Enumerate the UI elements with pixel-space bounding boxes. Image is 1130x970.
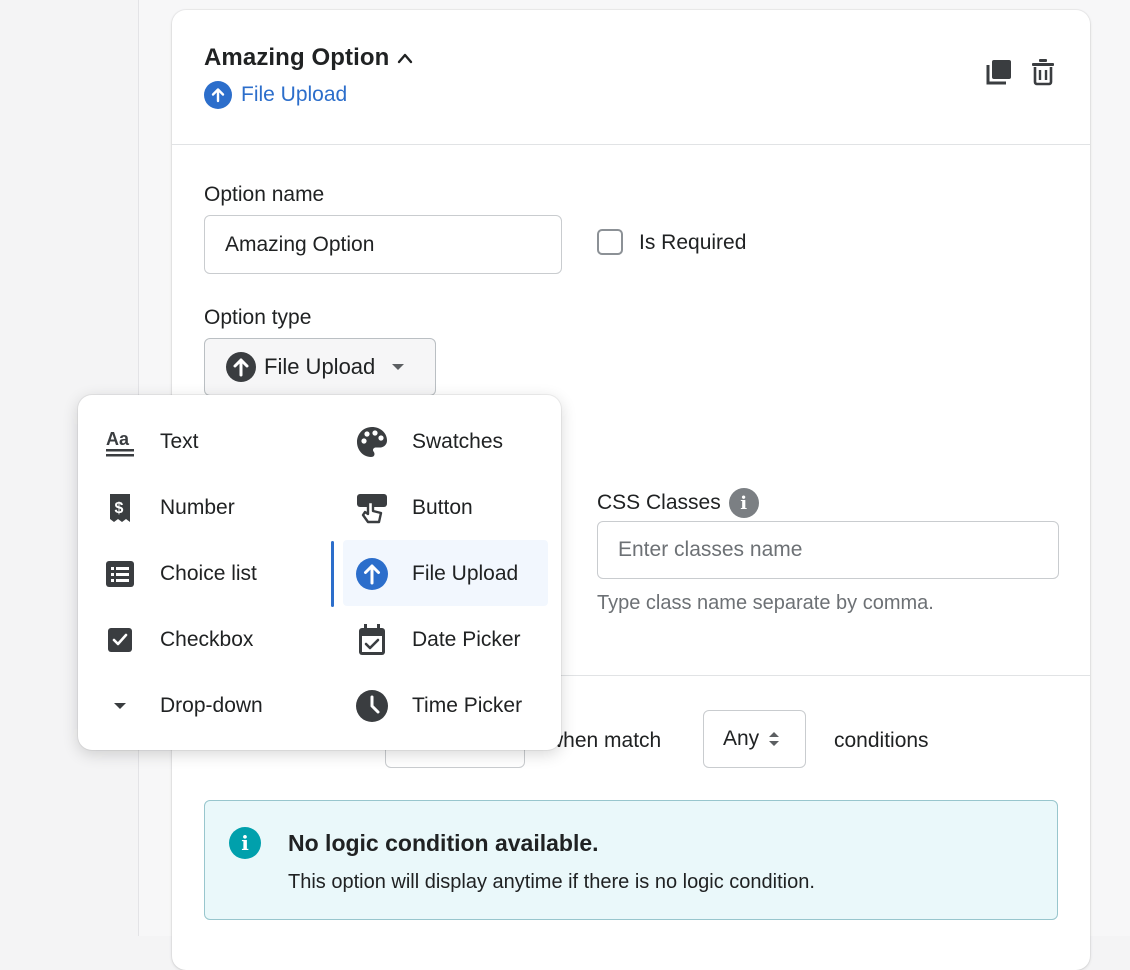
menu-item-label: Date Picker xyxy=(412,628,521,651)
option-type-label: File Upload xyxy=(241,83,348,106)
delete-button[interactable] xyxy=(1030,58,1056,91)
selected-item-bar xyxy=(331,541,334,607)
option-type-select[interactable]: File Upload xyxy=(204,338,436,396)
option-type-menu: Aa Text $ Number Choice list Checkbox Dr… xyxy=(78,395,561,750)
menu-item-label: Time Picker xyxy=(412,694,523,717)
css-classes-label-row: CSS Classes i xyxy=(597,488,759,518)
menu-item-checkbox[interactable]: Checkbox xyxy=(102,610,253,670)
banner-title: No logic condition available. xyxy=(288,830,599,856)
chevron-up-icon xyxy=(397,52,413,64)
option-type-indicator: File Upload xyxy=(204,81,347,109)
css-classes-label: CSS Classes xyxy=(597,491,721,514)
menu-item-label: Button xyxy=(412,496,473,519)
menu-item-label: Choice list xyxy=(160,562,257,585)
menu-item-label: Drop-down xyxy=(160,694,263,717)
menu-item-file-upload[interactable]: File Upload xyxy=(354,544,518,604)
menu-item-label: Swatches xyxy=(412,430,504,453)
menu-item-drop-down[interactable]: Drop-down xyxy=(102,676,263,736)
is-required-label: Is Required xyxy=(639,231,747,254)
menu-item-text[interactable]: Aa Text xyxy=(102,412,199,472)
banner-body: This option will display anytime if ther… xyxy=(288,871,815,893)
option-title: Amazing Option xyxy=(204,44,390,71)
clock-icon xyxy=(354,688,390,724)
upload-icon xyxy=(204,81,232,109)
caret-down-icon xyxy=(102,688,138,724)
menu-item-time-picker[interactable]: Time Picker xyxy=(354,676,522,736)
info-icon[interactable]: i xyxy=(728,488,759,518)
menu-item-label: Text xyxy=(160,430,199,453)
menu-item-choice-list[interactable]: Choice list xyxy=(102,544,257,604)
option-type-label: Option type xyxy=(204,306,312,329)
svg-text:Aa: Aa xyxy=(106,429,130,449)
option-header-toggle[interactable]: Amazing Option xyxy=(204,44,413,72)
menu-item-date-picker[interactable]: Date Picker xyxy=(354,610,521,670)
menu-item-label: Number xyxy=(160,496,235,519)
duplicate-button[interactable] xyxy=(985,58,1013,91)
calendar-check-icon xyxy=(354,622,390,658)
menu-item-swatches[interactable]: Swatches xyxy=(354,412,503,472)
option-name-input[interactable]: Amazing Option xyxy=(204,215,562,274)
conditions-text: conditions xyxy=(834,729,929,752)
option-name-label: Option name xyxy=(204,183,325,206)
menu-item-label: Checkbox xyxy=(160,628,254,651)
option-type-select-value: File Upload xyxy=(264,354,376,379)
caret-down-icon xyxy=(391,362,405,372)
receipt-dollar-icon: $ xyxy=(102,490,138,526)
info-icon: i xyxy=(229,827,261,859)
button-click-icon xyxy=(354,490,390,526)
css-classes-input[interactable]: Enter classes name xyxy=(597,521,1059,579)
select-arrows-icon xyxy=(768,730,780,748)
no-logic-banner: i No logic condition available. This opt… xyxy=(204,800,1058,920)
menu-item-label: File Upload xyxy=(412,562,519,585)
when-match-text: when match xyxy=(548,729,662,752)
text-format-icon: Aa xyxy=(102,424,138,460)
header-divider xyxy=(172,144,1090,145)
trash-icon xyxy=(1032,59,1054,86)
duplicate-icon xyxy=(986,60,1011,85)
match-select-value: Any xyxy=(723,727,760,750)
menu-item-button[interactable]: Button xyxy=(354,478,473,538)
checkbox-icon xyxy=(102,622,138,658)
palette-icon xyxy=(354,424,390,460)
menu-item-number[interactable]: $ Number xyxy=(102,478,235,538)
upload-icon xyxy=(225,351,257,383)
match-select[interactable]: Any xyxy=(703,710,806,768)
upload-icon xyxy=(354,556,390,592)
css-classes-help: Type class name separate by comma. xyxy=(597,592,934,614)
list-icon xyxy=(102,556,138,592)
is-required-checkbox[interactable] xyxy=(597,229,623,255)
svg-text:$: $ xyxy=(115,500,124,517)
